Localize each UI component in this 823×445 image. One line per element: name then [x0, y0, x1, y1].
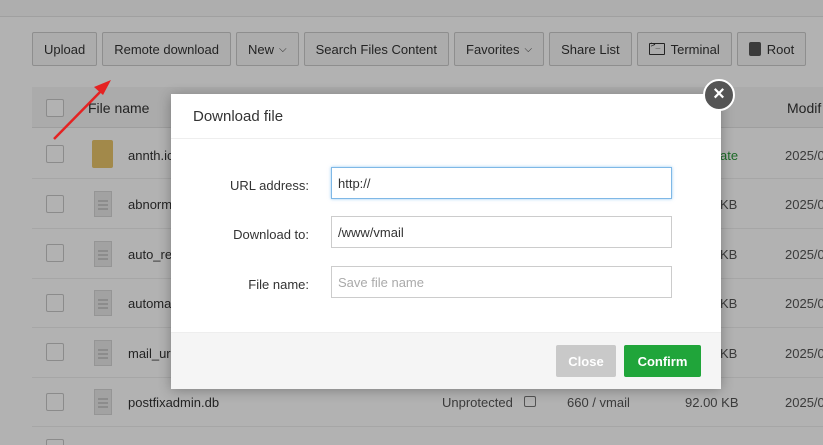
- file-name-input[interactable]: [331, 266, 672, 298]
- dialog-header: Download file: [171, 94, 721, 139]
- download-file-dialog: Download file URL address: Download to: …: [171, 94, 721, 389]
- url-address-input[interactable]: [331, 167, 672, 199]
- dialog-title: Download file: [193, 108, 284, 125]
- close-icon[interactable]: ×: [703, 79, 735, 111]
- arrow-shaft: [53, 87, 105, 140]
- url-address-label: URL address:: [230, 178, 309, 193]
- dialog-footer: Close Confirm: [171, 332, 721, 389]
- file-name-label: File name:: [248, 277, 309, 292]
- arrow-head: [94, 80, 111, 95]
- download-to-label: Download to:: [233, 227, 309, 242]
- close-button[interactable]: Close: [556, 345, 616, 377]
- confirm-button[interactable]: Confirm: [624, 345, 701, 377]
- download-to-input[interactable]: [331, 216, 672, 248]
